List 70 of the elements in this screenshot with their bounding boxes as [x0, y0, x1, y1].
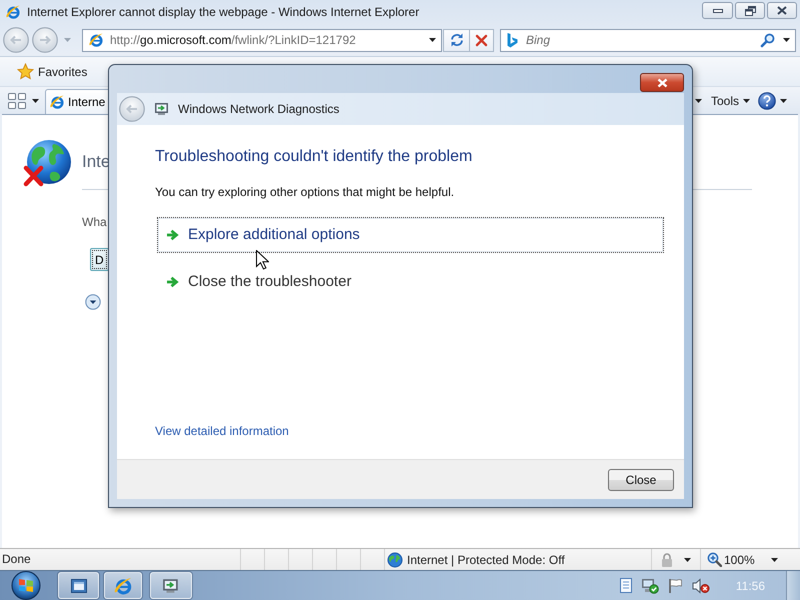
minimize-button[interactable] — [702, 2, 733, 19]
arrow-icon — [166, 229, 179, 241]
dialog-title: Windows Network Diagnostics — [178, 101, 340, 118]
star-icon — [17, 63, 34, 80]
close-button[interactable] — [640, 73, 684, 92]
caret-icon[interactable] — [684, 558, 691, 562]
quick-tabs-icon[interactable] — [7, 92, 27, 110]
taskbar-button[interactable] — [104, 572, 142, 599]
browser-logo-icon — [113, 576, 133, 596]
browser-logo-icon — [49, 94, 65, 110]
monitor-icon — [162, 576, 180, 594]
close-icon — [656, 78, 668, 88]
monitor-icon — [154, 101, 170, 117]
help-icon — [758, 92, 776, 110]
zoom-icon — [707, 552, 722, 567]
logo-icon — [507, 32, 518, 48]
restore-icon — [744, 6, 756, 16]
page-icon — [88, 32, 104, 48]
dropdown-caret-icon[interactable] — [429, 38, 436, 42]
window-title: Internet Explorer cannot display the webpage - Windows Internet Explorer — [27, 4, 420, 21]
action-button[interactable]: D — [90, 248, 109, 271]
stop-button[interactable] — [470, 28, 494, 52]
taskbar-button[interactable] — [150, 572, 192, 599]
page-menu-caret-icon[interactable] — [694, 98, 702, 102]
globe-icon — [387, 552, 403, 568]
caret-icon — [743, 98, 750, 102]
status-text: Done — [1, 551, 32, 568]
close-dialog-button[interactable]: Close — [608, 468, 674, 490]
page-text: Wha — [82, 214, 107, 231]
help-menu[interactable] — [755, 92, 790, 110]
details-link[interactable]: View detailed information — [155, 422, 289, 440]
speaker-muted-icon[interactable] — [692, 578, 710, 594]
search-options-caret-icon[interactable] — [783, 38, 790, 42]
back-icon — [3, 27, 29, 53]
refresh-icon — [448, 32, 464, 48]
zoom-level-button[interactable]: 100% — [707, 550, 755, 568]
restore-button[interactable] — [735, 2, 765, 19]
close-button[interactable] — [767, 2, 797, 19]
back-icon — [119, 96, 145, 122]
tools-menu[interactable]: Tools — [708, 92, 753, 110]
flag-icon[interactable] — [668, 578, 683, 594]
caret-icon — [780, 98, 787, 102]
computer-check-icon[interactable] — [640, 578, 659, 594]
search-box[interactable]: Bing — [500, 28, 796, 52]
forward-icon — [32, 27, 58, 53]
option-link[interactable]: Explore additional options — [157, 217, 664, 253]
expand-chevron-icon[interactable] — [85, 294, 101, 310]
dialog-heading: Troubleshooting couldn't identify the problem — [155, 147, 474, 167]
mouse-pointer-icon — [256, 250, 269, 270]
windows-orb-icon — [10, 571, 42, 600]
minimize-icon — [712, 8, 722, 12]
close-icon — [777, 6, 787, 15]
stop-icon — [475, 34, 488, 46]
address-field[interactable]: http://go.microsoft.com/fwlink/?LinkID=121792 — [82, 28, 442, 52]
dialog-message: You can try exploring other options that might be helpful. — [155, 184, 456, 200]
refresh-button[interactable] — [443, 28, 470, 52]
search-icon[interactable] — [760, 32, 775, 48]
zoom-caret-icon[interactable] — [770, 558, 778, 562]
browser-logo-icon — [5, 4, 21, 20]
start-button[interactable] — [10, 571, 42, 600]
taskbar-button[interactable] — [58, 572, 99, 599]
option-link[interactable]: Close the troubleshooter — [157, 264, 664, 300]
favorites-button[interactable]: Favorites — [13, 60, 92, 82]
search-field[interactable]: Bing — [526, 31, 752, 49]
security-zone-text: Internet | Protected Mode: Off — [407, 552, 565, 568]
padlock-icon[interactable] — [660, 552, 674, 568]
window-icon — [70, 578, 86, 592]
document-icon[interactable] — [620, 578, 632, 593]
arrow-icon — [166, 276, 179, 288]
tab-list-caret-icon[interactable] — [32, 98, 39, 102]
